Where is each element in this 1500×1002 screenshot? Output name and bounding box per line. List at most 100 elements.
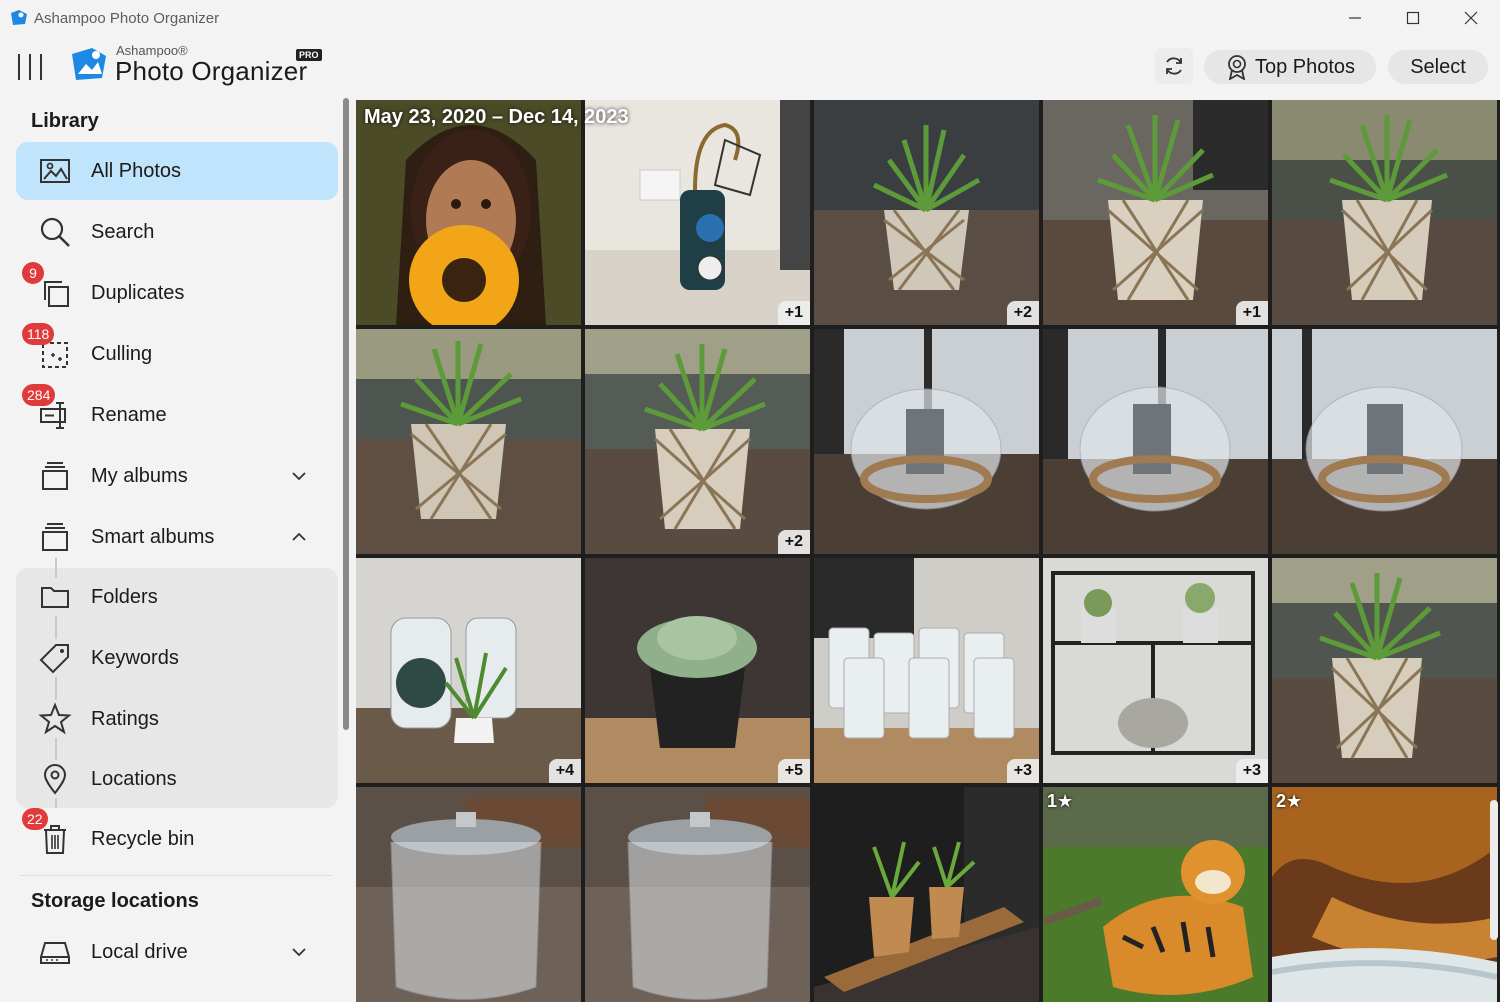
sidebar-item-recycle-bin[interactable]: 22 Recycle bin [16, 808, 338, 868]
photo-tile[interactable]: 1★ [1043, 787, 1268, 1002]
top-photos-button[interactable]: Top Photos [1204, 50, 1376, 84]
sidebar-item-label: Keywords [91, 646, 179, 669]
sidebar-item-culling[interactable]: 118 Culling [16, 323, 338, 383]
sidebar-item-local-drive[interactable]: Local drive [16, 923, 338, 981]
sidebar-item-smart-albums[interactable]: Smart albums [16, 508, 338, 566]
brand-name: Photo Organizer [115, 56, 308, 86]
stack-count: +4 [548, 759, 581, 783]
sidebar: Library All Photos Search 9 Duplicates 1… [0, 98, 352, 1002]
select-label: Select [1410, 55, 1466, 78]
sidebar-item-folders[interactable]: Folders [16, 568, 338, 626]
photo-thumbnail [814, 558, 1039, 783]
stack-count: +1 [777, 301, 810, 325]
sidebar-item-keywords[interactable]: Keywords [16, 629, 338, 687]
photo-tile[interactable] [356, 787, 581, 1002]
photo-thumbnail [814, 100, 1039, 325]
album-icon [36, 518, 74, 556]
sidebar-item-label: All Photos [91, 159, 182, 182]
photo-tile[interactable] [356, 329, 581, 554]
menu-bar [29, 54, 31, 80]
rename-badge: 284 [22, 384, 56, 406]
photo-tile[interactable]: +1 [1043, 100, 1268, 325]
photo-tile[interactable] [1272, 558, 1497, 783]
photo-thumbnail [1272, 558, 1497, 783]
sidebar-item-label: Search [91, 220, 155, 243]
grid-scrollbar[interactable] [1490, 800, 1498, 940]
maximize-button[interactable] [1384, 0, 1442, 36]
sidebar-divider [20, 875, 332, 876]
photo-thumbnail [356, 100, 581, 325]
sidebar-item-label: Culling [91, 342, 153, 365]
close-icon [1464, 11, 1478, 25]
sidebar-item-label: Local drive [91, 940, 188, 963]
sidebar-item-label: Recycle bin [91, 827, 195, 850]
culling-badge: 118 [22, 323, 55, 345]
sidebar-item-label: Folders [91, 585, 158, 608]
photo-tile[interactable] [1272, 100, 1497, 325]
photo-tile[interactable]: +5 [585, 558, 810, 783]
photo-tile[interactable] [814, 787, 1039, 1002]
photo-thumbnail [1272, 100, 1497, 325]
sidebar-item-locations[interactable]: Locations [16, 750, 338, 808]
star-icon [36, 700, 74, 738]
stack-count: +3 [1006, 759, 1039, 783]
select-button[interactable]: Select [1388, 50, 1488, 84]
photo-thumbnail [356, 558, 581, 783]
stack-count: +5 [777, 759, 810, 783]
photo-thumbnail [1043, 558, 1268, 783]
minimize-button[interactable] [1326, 0, 1384, 36]
photo-tile[interactable] [1272, 329, 1497, 554]
date-range-label: May 23, 2020 – Dec 14, 2023 [364, 106, 629, 128]
location-pin-icon [36, 760, 74, 798]
photo-tile[interactable]: +3 [1043, 558, 1268, 783]
chevron-down-icon[interactable] [290, 943, 308, 961]
sidebar-item-my-albums[interactable]: My albums [16, 447, 338, 505]
close-button[interactable] [1442, 0, 1500, 36]
sidebar-item-rename[interactable]: 284 Rename [16, 384, 338, 444]
maximize-icon [1406, 11, 1420, 25]
photo-organizer-logo [72, 48, 106, 80]
photo-tile[interactable]: +1 [585, 100, 810, 325]
drive-icon [36, 933, 74, 971]
photo-tile[interactable] [814, 329, 1039, 554]
refresh-button[interactable] [1155, 48, 1193, 84]
chevron-down-icon[interactable] [290, 467, 308, 485]
sidebar-item-duplicates[interactable]: 9 Duplicates [16, 262, 338, 322]
sidebar-item-label: Rename [91, 403, 167, 426]
stack-count: +2 [1006, 301, 1039, 325]
photo-thumbnail [356, 329, 581, 554]
photo-tile[interactable] [356, 100, 581, 325]
photo-rating: 2★ [1276, 791, 1303, 811]
window-title: Ashampoo Photo Organizer [34, 9, 220, 27]
photo-thumbnail [1043, 329, 1268, 554]
photos-icon [36, 152, 74, 190]
photo-tile[interactable]: +2 [585, 329, 810, 554]
photo-tile[interactable]: +4 [356, 558, 581, 783]
sidebar-item-label: Locations [91, 767, 177, 790]
sidebar-item-all-photos[interactable]: All Photos [16, 142, 338, 200]
photo-tile[interactable] [1043, 329, 1268, 554]
pro-badge: PRO [296, 49, 322, 61]
photo-tile[interactable]: 2★ [1272, 787, 1497, 1002]
photo-tile[interactable]: +3 [814, 558, 1039, 783]
album-icon [36, 457, 74, 495]
chevron-up-icon[interactable] [290, 528, 308, 546]
menu-button[interactable] [18, 54, 42, 80]
photo-tile[interactable] [585, 787, 810, 1002]
app-icon [11, 10, 27, 25]
photo-tile[interactable]: +2 [814, 100, 1039, 325]
sidebar-item-search[interactable]: Search [16, 203, 338, 261]
sidebar-item-ratings[interactable]: Ratings [16, 690, 338, 748]
photo-thumbnail [1043, 100, 1268, 325]
sidebar-item-label: My albums [91, 464, 188, 487]
sidebar-scrollbar[interactable] [343, 98, 349, 730]
storage-heading: Storage locations [31, 890, 199, 912]
stack-count: +3 [1235, 759, 1268, 783]
stack-count: +1 [1235, 301, 1268, 325]
top-photos-label: Top Photos [1254, 55, 1356, 78]
minimize-icon [1349, 17, 1361, 19]
award-icon [1228, 55, 1246, 80]
photo-rating: 1★ [1047, 791, 1074, 811]
sidebar-item-label: Duplicates [91, 281, 185, 304]
title-bar: Ashampoo Photo Organizer [0, 0, 1500, 36]
